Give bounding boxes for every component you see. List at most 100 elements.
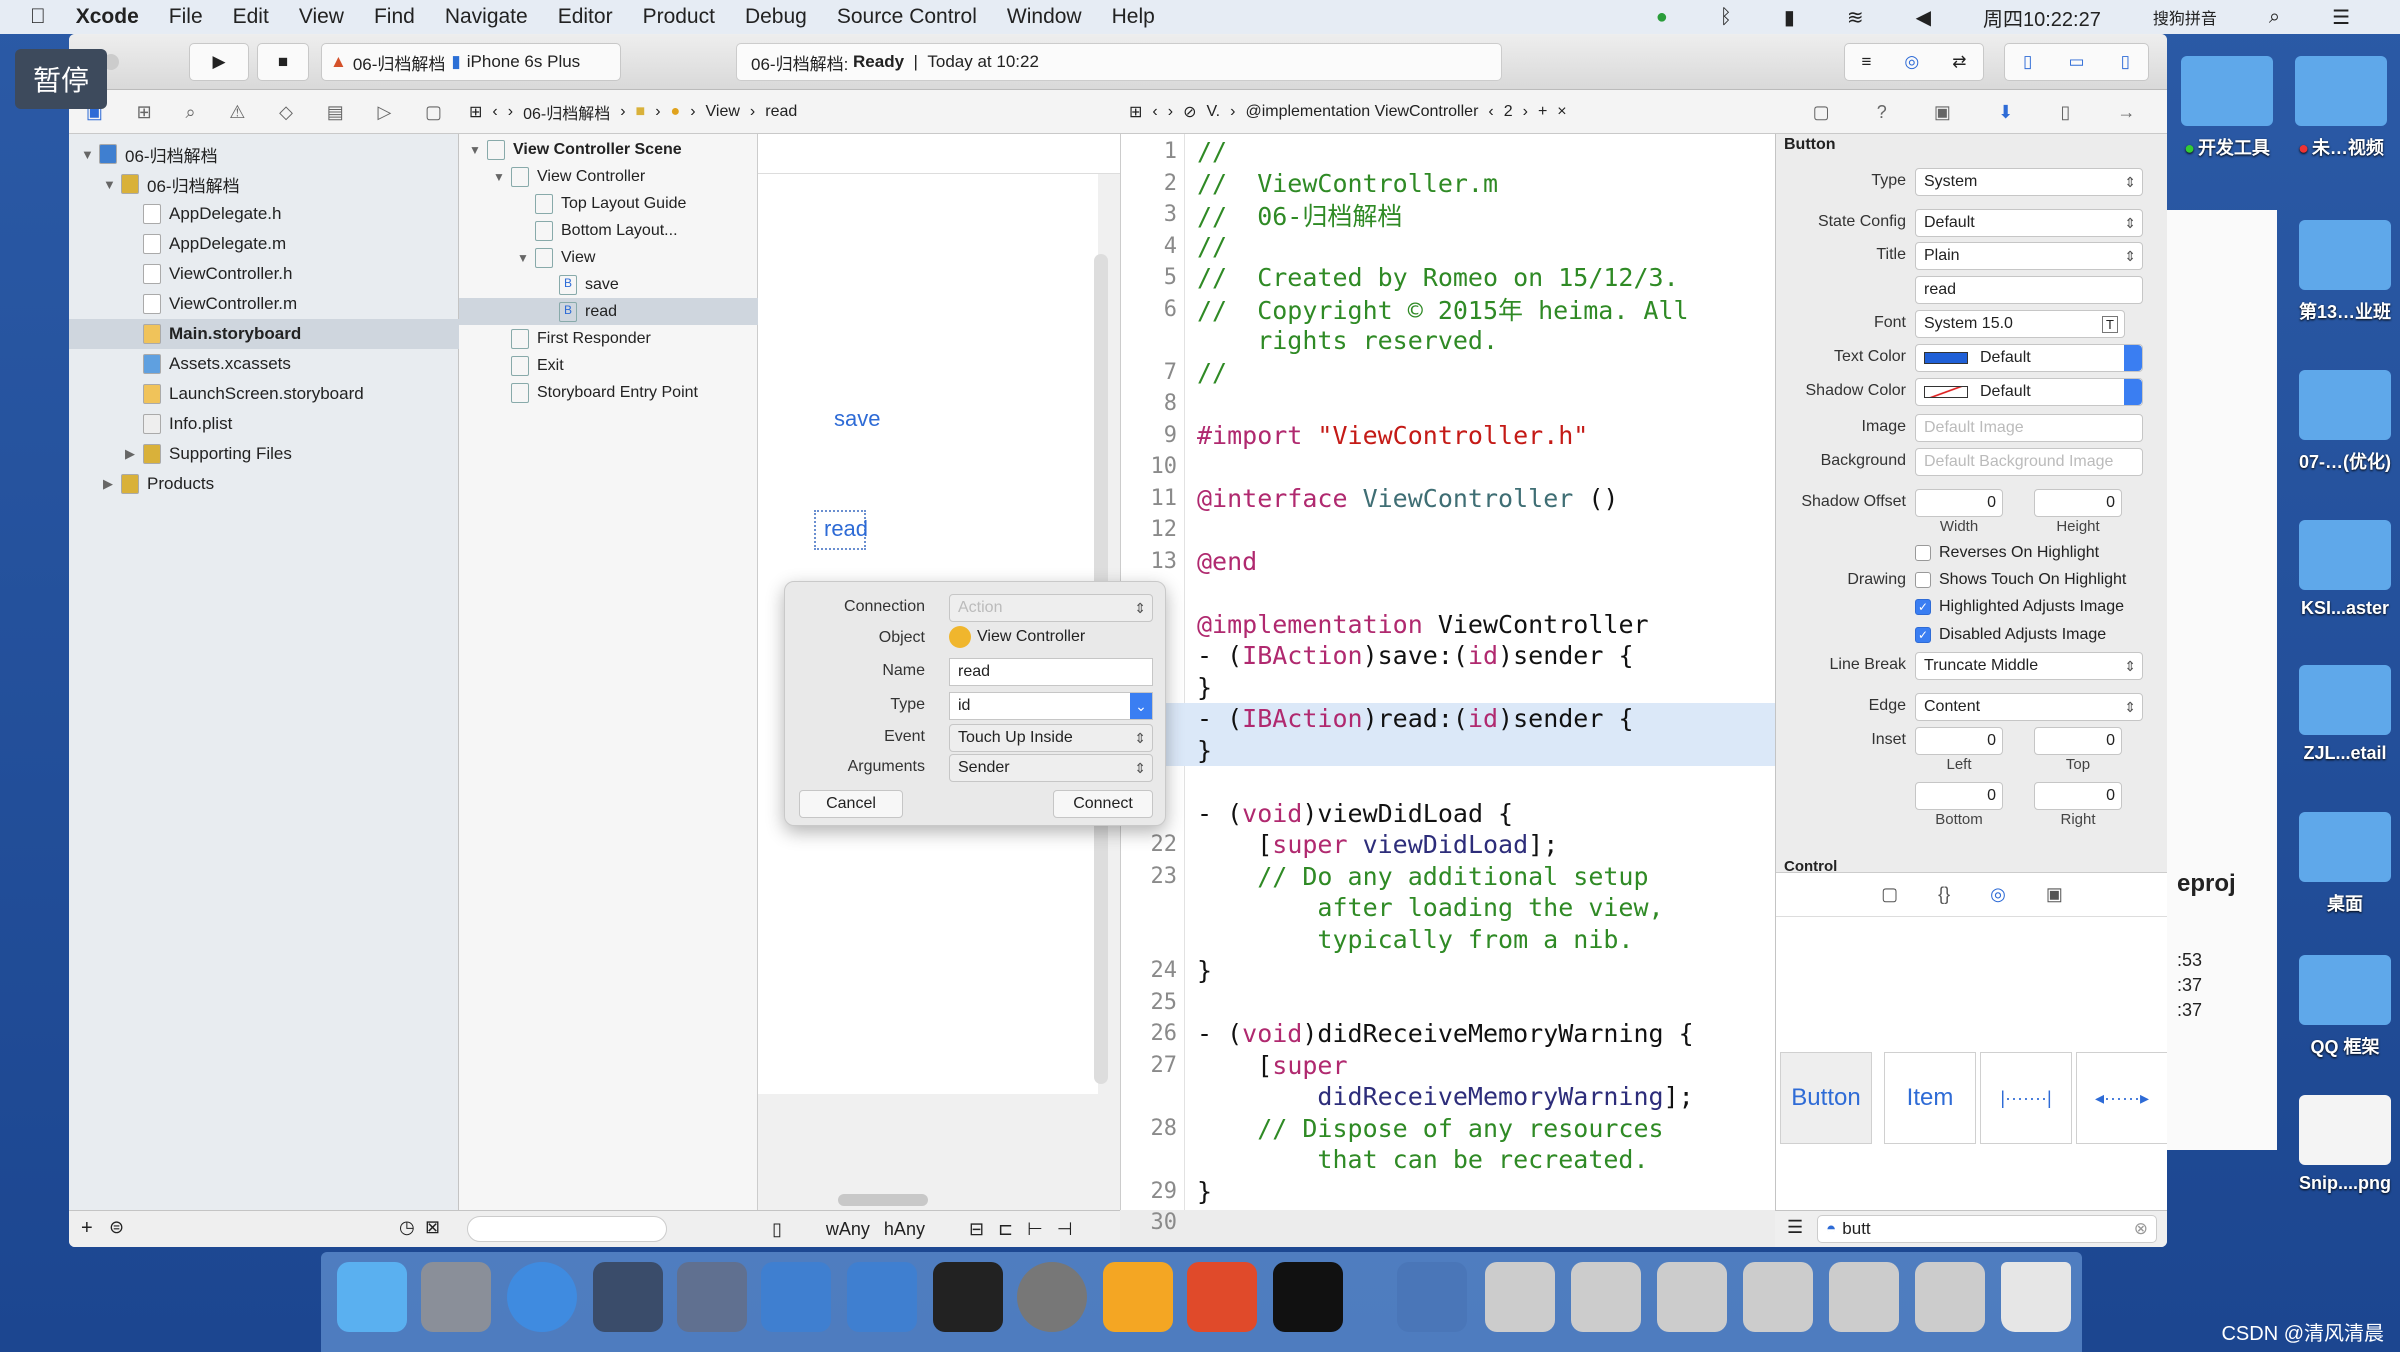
navigator-item[interactable]: ViewController.m <box>69 289 459 319</box>
outline-item[interactable]: Top Layout Guide <box>459 190 758 217</box>
inset-top-field[interactable]: 0 <box>2034 727 2122 755</box>
find-navigator-icon[interactable]: ⌕ <box>185 102 195 123</box>
disclosure-triangle-icon[interactable]: ▼ <box>103 177 121 192</box>
sketch-icon[interactable] <box>1103 1262 1173 1332</box>
launchpad-icon[interactable] <box>421 1262 491 1332</box>
quick-help-icon[interactable]: ? <box>1877 102 1887 123</box>
identity-inspector-icon[interactable]: ▣ <box>1934 102 1951 123</box>
disclosure-triangle-icon[interactable]: ▶ <box>125 446 143 462</box>
volume-icon[interactable]: ◀ <box>1916 5 1931 30</box>
toggle-outline-icon[interactable]: ▯ <box>772 1219 782 1240</box>
code-line[interactable]: typically from a nib. <box>1121 924 1776 956</box>
disclosure-triangle-icon[interactable]: ▶ <box>103 476 121 492</box>
desktop-item[interactable]: ● 开发工具 <box>2172 56 2282 160</box>
menu-debug[interactable]: Debug <box>745 5 807 29</box>
code-line[interactable] <box>1121 766 1776 798</box>
code-line[interactable]: 6 // Copyright © 2015年 heima. All <box>1121 294 1776 325</box>
library-search-input[interactable]: ◓ butt ⊗ <box>1817 1215 2157 1243</box>
disclosure-triangle-icon[interactable]: ▼ <box>469 143 487 157</box>
object-library-icon[interactable]: ◎ <box>1990 884 2006 905</box>
title-text-field[interactable]: read <box>1915 276 2143 304</box>
close-editor-icon[interactable]: × <box>1557 103 1566 121</box>
input-method[interactable]: 搜狗拼音 <box>2153 5 2217 29</box>
inset-right-field[interactable]: 0 <box>2034 782 2122 810</box>
size-class-h[interactable]: hAny <box>884 1219 925 1240</box>
breakpoint-navigator-icon[interactable]: ▷ <box>377 102 391 123</box>
library-fixed-space-tile[interactable]: |·······| <box>1980 1052 2072 1144</box>
code-line[interactable]: - (IBAction)read:(id)sender { <box>1121 703 1776 735</box>
system-preferences-icon[interactable] <box>1017 1262 1087 1332</box>
prev-counterpart-icon[interactable]: ‹ <box>1488 103 1493 121</box>
assistant-editor-icon[interactable]: ◎ <box>1904 52 1919 72</box>
media-library-icon[interactable]: ▣ <box>2046 884 2063 905</box>
related-items-icon[interactable]: ⊞ <box>469 102 482 122</box>
checkbox[interactable]: ✓ <box>1915 627 1931 643</box>
outline-item[interactable]: Storyboard Entry Point <box>459 379 758 406</box>
code-line[interactable]: 12 <box>1121 514 1776 546</box>
add-editor-icon[interactable]: + <box>1538 103 1547 121</box>
code-line[interactable]: 1 // <box>1121 136 1776 168</box>
shadow-width-field[interactable]: 0 <box>1915 489 2003 517</box>
window-thumbnail-icon[interactable] <box>1743 1262 1813 1332</box>
window-thumbnail-icon[interactable] <box>1571 1262 1641 1332</box>
navigator-item[interactable]: Assets.xcassets <box>69 349 459 379</box>
connections-inspector-icon[interactable]: → <box>2117 102 2135 123</box>
text-color-select[interactable]: Default <box>1915 344 2143 372</box>
apple-menu-icon[interactable]:  <box>30 5 46 29</box>
debug-navigator-icon[interactable]: ▤ <box>327 102 344 123</box>
run-button[interactable]: ▶ <box>189 43 249 81</box>
outline-item[interactable]: Bread <box>459 298 758 325</box>
jump-view[interactable]: View <box>706 103 740 121</box>
back-icon[interactable]: ‹ <box>1152 103 1157 121</box>
desktop-item[interactable]: 桌面 <box>2290 812 2400 916</box>
code-line[interactable]: - (void)viewDidLoad { <box>1121 798 1776 830</box>
version-editor-icon[interactable]: ⇄ <box>1952 52 1966 72</box>
desktop-item[interactable]: ● 未…视频 <box>2286 56 2396 160</box>
navigator-item[interactable]: ▶ Products <box>69 469 459 499</box>
toggle-navigator-icon[interactable]: ▯ <box>2023 52 2032 72</box>
jump-read[interactable]: read <box>765 103 797 121</box>
navigator-item[interactable]: ▼ 06-归档解档 <box>69 139 459 169</box>
jump-project[interactable]: 06-归档解档 <box>523 100 610 124</box>
menu-view[interactable]: View <box>299 5 344 29</box>
pause-overlay[interactable]: 暂停 <box>15 49 107 109</box>
clear-search-icon[interactable]: ⊗ <box>2134 1219 2148 1239</box>
code-line[interactable] <box>1121 577 1776 609</box>
library-flexible-space-tile[interactable]: ◂······▸ <box>2076 1052 2167 1144</box>
outline-item[interactable]: Bsave <box>459 271 758 298</box>
font-field[interactable]: System 15.0 T <box>1915 310 2125 338</box>
code-line[interactable]: that can be recreated. <box>1121 1144 1776 1176</box>
code-line[interactable]: rights reserved. <box>1121 325 1776 357</box>
code-line[interactable]: 9 #import "ViewController.h" <box>1121 420 1776 452</box>
desktop-item[interactable]: QQ 框架 <box>2290 955 2400 1059</box>
code-line[interactable]: didReceiveMemoryWarning]; <box>1121 1081 1776 1113</box>
menu-editor[interactable]: Editor <box>558 5 613 29</box>
code-snippet-icon[interactable]: {} <box>1938 884 1950 905</box>
next-counterpart-icon[interactable]: › <box>1523 103 1528 121</box>
standard-editor-icon[interactable]: ≡ <box>1861 52 1871 72</box>
shows-touch-checkbox[interactable]: Shows Touch On Highlight <box>1915 571 2126 589</box>
forward-icon[interactable]: › <box>508 103 513 121</box>
disclosure-triangle-icon[interactable]: ▼ <box>517 251 535 265</box>
code-line[interactable]: 24} <box>1121 955 1776 987</box>
menu-source-control[interactable]: Source Control <box>837 5 977 29</box>
desktop-item[interactable]: 07-…(优化) <box>2290 370 2400 474</box>
window-thumbnail-icon[interactable] <box>1829 1262 1899 1332</box>
checkbox[interactable]: ✓ <box>1915 599 1931 615</box>
recent-files-icon[interactable]: ◷ <box>399 1217 415 1238</box>
line-break-select[interactable]: Truncate Middle <box>1915 652 2143 680</box>
toggle-debug-area-icon[interactable]: ▭ <box>2068 52 2084 72</box>
navigator-item[interactable]: ViewController.h <box>69 259 459 289</box>
toggle-utilities-icon[interactable]: ▯ <box>2121 52 2130 72</box>
jump-symbol[interactable]: @implementation ViewController <box>1245 103 1478 121</box>
code-line[interactable]: } <box>1121 734 1776 766</box>
cancel-button[interactable]: Cancel <box>799 790 903 818</box>
desktop-item[interactable]: 第13…业班 <box>2290 220 2400 324</box>
wechat-icon[interactable]: ● <box>1656 6 1668 29</box>
back-icon[interactable]: ‹ <box>492 103 497 121</box>
disabled-adjusts-checkbox[interactable]: ✓ Disabled Adjusts Image <box>1915 626 2106 644</box>
code-line[interactable]: 27 [super <box>1121 1050 1776 1082</box>
outline-item[interactable]: ▼ View Controller <box>459 163 758 190</box>
code-line[interactable]: 8 <box>1121 388 1776 420</box>
checkbox[interactable] <box>1915 572 1931 588</box>
